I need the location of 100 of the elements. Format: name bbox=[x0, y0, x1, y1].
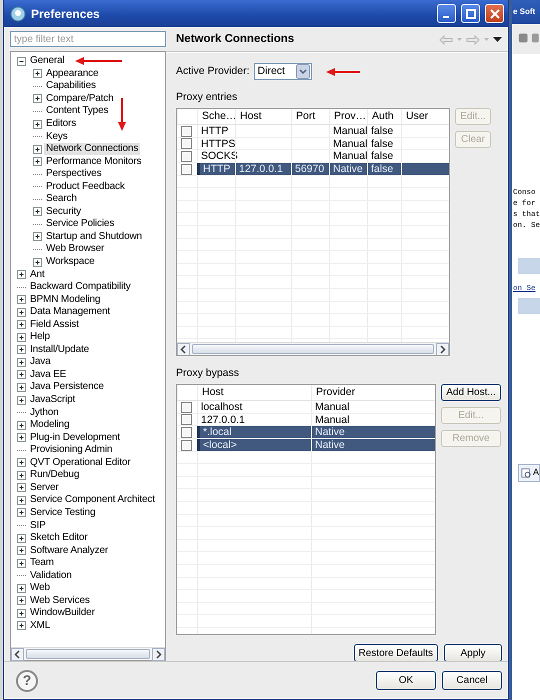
horizontal-scrollbar[interactable] bbox=[11, 647, 165, 660]
tree-item[interactable]: Software Analyzer bbox=[28, 544, 110, 557]
tree-item[interactable]: Plug-in Development bbox=[28, 432, 122, 444]
horizontal-scrollbar[interactable] bbox=[177, 342, 449, 356]
checkbox[interactable] bbox=[181, 402, 192, 413]
tree-item[interactable]: BPMN Modeling bbox=[28, 294, 102, 306]
tree-item[interactable]: Web Services bbox=[28, 594, 92, 607]
scroll-left-icon[interactable] bbox=[11, 648, 24, 661]
column-header[interactable]: Host bbox=[235, 109, 291, 124]
expand-icon[interactable] bbox=[17, 483, 26, 492]
expand-icon[interactable] bbox=[17, 382, 26, 392]
tree-item[interactable]: Field Assist bbox=[28, 318, 81, 331]
tree-item[interactable]: QVT Operational Editor bbox=[28, 456, 132, 469]
help-icon[interactable]: ? bbox=[16, 670, 38, 692]
filter-field[interactable]: type filter text bbox=[10, 31, 166, 47]
table-row[interactable]: HTTPS Manual false bbox=[177, 138, 449, 150]
expand-icon[interactable] bbox=[17, 534, 26, 543]
tree-item[interactable]: Java bbox=[28, 356, 53, 368]
tree-item[interactable]: Service Component Architect bbox=[28, 494, 157, 506]
tree-item[interactable]: Help bbox=[28, 331, 52, 344]
expand-icon[interactable] bbox=[17, 320, 26, 330]
tree-item[interactable]: Compare/Patch bbox=[44, 92, 116, 105]
maximize-icon[interactable] bbox=[466, 8, 476, 18]
expand-icon[interactable] bbox=[17, 546, 26, 556]
checkbox[interactable] bbox=[181, 164, 192, 175]
tree-item[interactable]: Service Testing bbox=[28, 506, 98, 519]
dropdown-icon[interactable] bbox=[296, 64, 310, 80]
tree-item[interactable]: Service Policies bbox=[44, 218, 116, 230]
button[interactable]: Add Host... bbox=[441, 384, 501, 402]
tree-item[interactable]: Jython bbox=[28, 406, 61, 419]
tree-item[interactable]: Validation bbox=[28, 570, 74, 582]
expand-icon[interactable] bbox=[17, 608, 26, 618]
expand-icon[interactable] bbox=[17, 396, 26, 405]
close-icon[interactable] bbox=[490, 8, 500, 18]
column-header[interactable]: Provider bbox=[311, 385, 435, 400]
scroll-right-icon[interactable] bbox=[152, 648, 165, 661]
expand-icon[interactable] bbox=[33, 120, 42, 128]
tree-item[interactable]: General bbox=[28, 55, 67, 68]
expand-icon[interactable] bbox=[33, 258, 42, 267]
tree-item[interactable]: Network Connections bbox=[44, 143, 140, 156]
expand-icon[interactable] bbox=[17, 295, 26, 304]
restore-defaults-button[interactable]: Restore Defaults bbox=[354, 644, 438, 662]
tree-item[interactable]: JavaScript bbox=[28, 394, 78, 406]
column-header[interactable]: Auth bbox=[367, 109, 401, 124]
menu-icon[interactable] bbox=[493, 36, 502, 43]
scroll-left-icon[interactable] bbox=[177, 343, 190, 356]
expand-icon[interactable] bbox=[33, 207, 42, 216]
maximize-button[interactable] bbox=[461, 4, 480, 23]
expand-icon[interactable] bbox=[33, 144, 42, 154]
tree-item[interactable]: Data Management bbox=[28, 306, 112, 318]
tree-item[interactable]: Ant bbox=[28, 268, 47, 281]
expand-icon[interactable] bbox=[17, 358, 26, 367]
tree-item[interactable]: XML bbox=[28, 620, 52, 632]
toolbar-icon[interactable] bbox=[518, 32, 528, 44]
tree-item[interactable]: Workspace bbox=[44, 256, 96, 268]
expand-icon[interactable] bbox=[17, 308, 26, 317]
tree-item[interactable]: SIP bbox=[28, 520, 48, 532]
expand-icon[interactable] bbox=[17, 420, 26, 430]
close-button[interactable] bbox=[485, 4, 504, 23]
tree-item[interactable]: Server bbox=[28, 482, 61, 494]
expand-icon[interactable] bbox=[33, 94, 42, 104]
column-header[interactable]: Sche… bbox=[197, 109, 235, 124]
tree-item[interactable]: Backward Compatibility bbox=[28, 281, 133, 294]
checkbox[interactable] bbox=[181, 440, 192, 451]
tree-item[interactable]: Perspectives bbox=[44, 168, 104, 180]
expand-icon[interactable] bbox=[17, 332, 26, 342]
checkbox[interactable] bbox=[181, 126, 192, 137]
expand-icon[interactable] bbox=[17, 508, 26, 518]
expand-icon[interactable] bbox=[17, 596, 26, 606]
expand-icon[interactable] bbox=[17, 496, 26, 505]
expand-icon[interactable] bbox=[17, 558, 26, 568]
view-tab[interactable]: A bbox=[518, 464, 540, 482]
tree-item[interactable]: Sketch Editor bbox=[28, 532, 90, 544]
expand-icon[interactable] bbox=[17, 458, 26, 468]
minimize-button[interactable] bbox=[437, 4, 456, 23]
checkbox[interactable] bbox=[181, 414, 192, 426]
tree-item[interactable]: Run/Debug bbox=[28, 469, 82, 482]
checkbox[interactable] bbox=[181, 426, 192, 438]
cancel-button[interactable]: Cancel bbox=[442, 671, 502, 690]
column-header[interactable]: User bbox=[401, 109, 449, 124]
tree-item[interactable]: Web bbox=[28, 582, 52, 594]
tree-item[interactable]: Product Feedback bbox=[44, 180, 127, 193]
tree-item[interactable]: Java Persistence bbox=[28, 381, 106, 394]
table-row[interactable]: localhost Manual bbox=[177, 401, 435, 414]
expand-icon[interactable] bbox=[17, 345, 26, 354]
tree-item[interactable]: Team bbox=[28, 557, 56, 570]
tree-item[interactable]: Install/Update bbox=[28, 344, 92, 356]
tree-item[interactable]: Keys bbox=[44, 130, 70, 143]
expand-icon[interactable] bbox=[17, 470, 26, 480]
column-header[interactable]: Port bbox=[291, 109, 329, 124]
tree-item[interactable]: Provisioning Admin bbox=[28, 444, 114, 456]
tree-item[interactable]: Startup and Shutdown bbox=[44, 230, 144, 243]
tree-item[interactable]: Content Types bbox=[44, 105, 110, 118]
tree-item[interactable]: Security bbox=[44, 206, 83, 218]
expand-icon[interactable] bbox=[17, 370, 26, 380]
checkbox[interactable] bbox=[181, 150, 192, 162]
apply-button[interactable]: Apply bbox=[444, 644, 502, 662]
collapse-icon[interactable] bbox=[17, 56, 26, 66]
column-header[interactable]: Prov… bbox=[329, 109, 367, 124]
expand-icon[interactable] bbox=[17, 621, 26, 630]
